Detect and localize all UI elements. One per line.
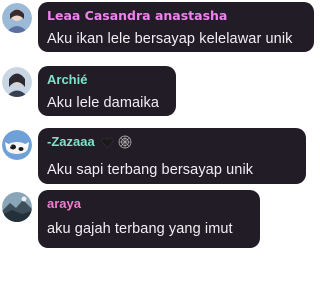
author-name[interactable]: -Zazaaa: [47, 133, 297, 153]
author-name[interactable]: Leaa Casandra anastasha: [47, 7, 305, 24]
heart-icon: [101, 136, 114, 153]
message-bubble: Archié Aku lele damaika: [38, 66, 176, 116]
message-text: Aku lele damaika: [47, 95, 160, 111]
spiderweb-icon: [118, 135, 132, 153]
message-text: Aku ikan lele bersayap kelelawar unik: [47, 31, 293, 47]
message-text: Aku sapi terbang bersayap unik: [47, 162, 254, 178]
profile-avatar-icon[interactable]: [2, 3, 32, 33]
author-name[interactable]: Archié: [47, 71, 167, 88]
cow-avatar-icon[interactable]: [2, 130, 32, 160]
message-bubble: araya aku gajah terbang yang imut: [38, 190, 260, 248]
message-bubble: Leaa Casandra anastasha Aku ikan lele be…: [38, 2, 314, 52]
profile-avatar-icon[interactable]: [2, 67, 32, 97]
chat-thread: Leaa Casandra anastasha Aku ikan lele be…: [0, 0, 320, 299]
landscape-avatar-icon[interactable]: [2, 192, 32, 222]
author-name[interactable]: araya: [47, 195, 251, 212]
message-bubble: -Zazaaa Aku sapi terbang bersayap unik: [38, 128, 306, 184]
message-text: aku gajah terbang yang imut: [47, 221, 233, 237]
author-label: -Zazaaa: [47, 134, 95, 149]
